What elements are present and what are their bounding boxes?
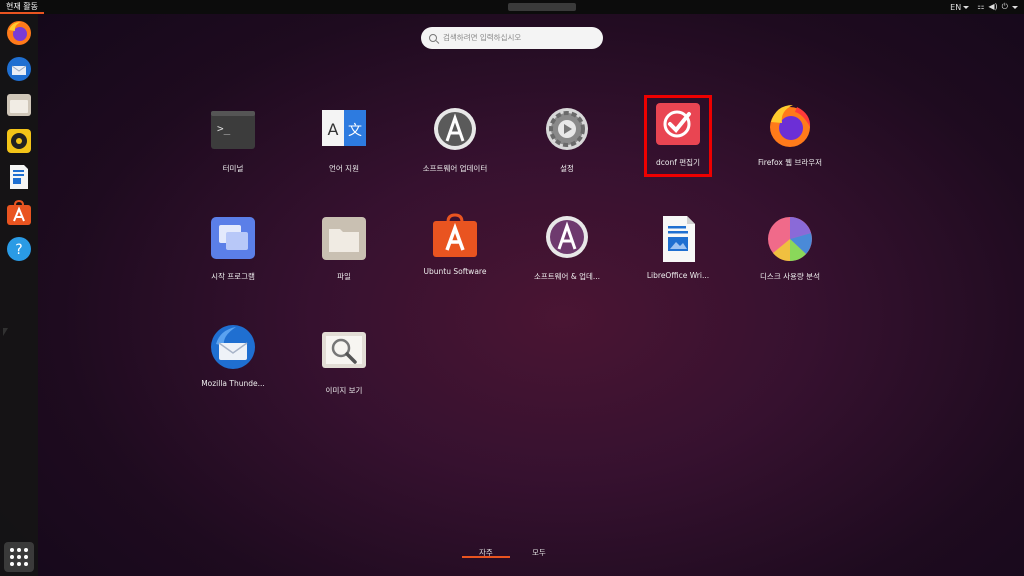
show-applications-button[interactable] (4, 542, 34, 572)
app-label: 시작 프로그램 (211, 272, 255, 281)
app-disk-usage-analyzer[interactable]: 디스크 사용량 분석 (742, 216, 838, 296)
dock: ? (0, 14, 38, 576)
app-label: Mozilla Thunde... (201, 379, 265, 388)
terminal-icon: >_ (210, 108, 256, 154)
app-software-updates[interactable]: 소프트웨어 & 업데... (519, 216, 615, 296)
clock[interactable] (508, 3, 576, 11)
app-dconf-editor[interactable]: dconf 편집기 (630, 95, 726, 182)
dock-files-icon[interactable] (6, 92, 32, 118)
disk-usage-icon (767, 216, 813, 262)
app-label: Ubuntu Software (423, 267, 487, 276)
image-viewer-icon (321, 330, 367, 376)
files-icon (321, 216, 367, 262)
app-label: 이미지 보기 (325, 386, 363, 395)
app-label: 소프트웨어 & 업데... (533, 272, 601, 281)
language-label: EN (950, 2, 962, 12)
app-language-support[interactable]: A文 언어 지원 (296, 108, 392, 188)
app-label: Firefox 웹 브라우저 (757, 158, 823, 167)
network-icon: ⚏ (977, 2, 985, 11)
svg-text:文: 文 (348, 123, 362, 139)
app-label: 설정 (560, 164, 574, 173)
dock-libreoffice-writer-icon[interactable] (6, 164, 32, 190)
app-startup-applications[interactable]: 시작 프로그램 (185, 216, 281, 296)
dock-help-icon[interactable]: ? (6, 236, 32, 262)
dconf-editor-icon (655, 102, 701, 148)
system-tray[interactable]: EN ⚏ ◀) ⏻ (950, 0, 1018, 14)
app-libreoffice-writer[interactable]: LibreOffice Wri... (630, 216, 726, 296)
top-bar: 현재 활동 EN ⚏ ◀) ⏻ (0, 0, 1024, 14)
search-icon (429, 34, 437, 42)
activities-button[interactable]: 현재 활동 (0, 0, 44, 14)
software-updates-icon (544, 216, 590, 262)
dock-thunderbird-icon[interactable] (6, 56, 32, 82)
app-label: 언어 지원 (329, 164, 359, 173)
software-updater-icon (432, 108, 478, 154)
app-settings[interactable]: 설정 (519, 108, 615, 188)
app-software-updater[interactable]: 소프트웨어 업데이터 (407, 108, 503, 188)
app-label: 소프트웨어 업데이터 (422, 164, 488, 173)
app-terminal[interactable]: >_ 터미널 (185, 108, 281, 188)
app-ubuntu-software[interactable]: Ubuntu Software (407, 212, 503, 292)
app-files[interactable]: 파일 (296, 216, 392, 296)
volume-icon: ◀) (988, 2, 998, 11)
search-placeholder: 검색하려면 입력하십시오 (443, 33, 522, 42)
libreoffice-writer-icon (655, 216, 701, 262)
svg-text:>_: >_ (217, 122, 231, 135)
search-input[interactable]: 검색하려면 입력하십시오 (421, 27, 603, 49)
svg-text:?: ? (15, 242, 22, 258)
power-icon: ⏻ (1001, 2, 1008, 11)
dock-ubuntu-software-icon[interactable] (6, 200, 32, 226)
svg-text:A: A (328, 120, 339, 139)
chevron-down-icon (1012, 5, 1018, 9)
dock-rhythmbox-icon[interactable] (6, 128, 32, 154)
app-label: 파일 (337, 272, 351, 281)
dock-firefox-icon[interactable] (6, 20, 32, 46)
app-label: 터미널 (222, 164, 244, 173)
chevron-down-icon (963, 5, 970, 9)
input-language-menu[interactable]: EN (950, 2, 970, 12)
app-firefox[interactable]: Firefox 웹 브라우저 (742, 102, 838, 182)
language-support-icon: A文 (321, 108, 367, 154)
settings-icon (544, 108, 590, 154)
startup-apps-icon (210, 216, 256, 262)
firefox-icon (767, 102, 813, 148)
app-thunderbird[interactable]: Mozilla Thunde... (185, 324, 281, 404)
app-label: 디스크 사용량 분석 (760, 272, 820, 281)
tab-all[interactable]: 모두 (532, 547, 546, 558)
app-label: LibreOffice Wri... (646, 271, 710, 280)
thunderbird-icon (210, 324, 256, 370)
ubuntu-software-icon (432, 212, 478, 258)
app-image-viewer[interactable]: 이미지 보기 (296, 330, 392, 410)
app-label: dconf 편집기 (656, 158, 700, 167)
active-tab-indicator (462, 556, 510, 558)
